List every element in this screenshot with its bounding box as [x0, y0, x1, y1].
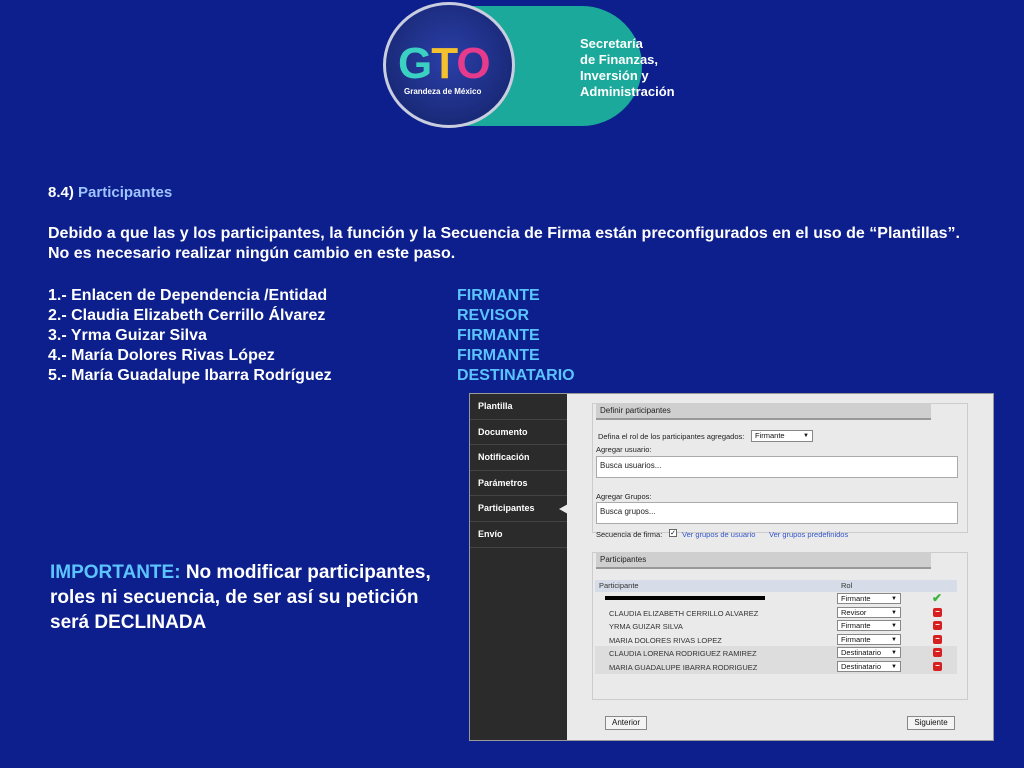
participants-roles: FIRMANTE REVISOR FIRMANTE FIRMANTE DESTI…	[457, 286, 575, 386]
group-label: Agregar Grupos:	[596, 492, 652, 501]
remove-icon[interactable]: −	[933, 607, 942, 617]
wizard-nav: Plantilla Documento Notificación Parámet…	[470, 394, 568, 740]
table-row: CLAUDIA LORENA RODRIGUEZ RAMIREZ Destina…	[595, 646, 957, 660]
chevron-down-icon: ▼	[891, 636, 897, 643]
row-role-select[interactable]: Revisor ▼	[837, 606, 901, 618]
predefined-groups-link[interactable]: Ver grupos predefinidos	[769, 530, 848, 539]
section-title: 8.4) Participantes	[48, 184, 172, 201]
role-select[interactable]: Firmante ▼	[751, 430, 813, 442]
chevron-down-icon: ▼	[891, 663, 897, 670]
logo-circle: GTO Grandeza de México	[383, 2, 515, 128]
col-role: Rol	[841, 581, 853, 590]
chevron-down-icon: ▼	[891, 650, 897, 657]
row-role-select[interactable]: Firmante ▼	[837, 633, 901, 645]
row-role-value: Firmante	[841, 634, 871, 644]
row-role-select[interactable]: Firmante ▼	[837, 620, 901, 632]
section-label: Participantes	[78, 184, 173, 201]
remove-icon[interactable]: −	[933, 634, 942, 644]
nav-item-plantilla[interactable]: Plantilla	[470, 394, 567, 420]
participant-name: 2.- Claudia Elizabeth Cerrillo Álvarez	[48, 307, 326, 324]
participant-name: 3.- Yrma Guizar Silva	[48, 327, 207, 344]
logo-org-line: Secretaría	[580, 36, 643, 51]
participant-role: FIRMANTE	[457, 347, 540, 364]
table-row: Firmante ▼ ✔	[595, 591, 957, 606]
row-role-select[interactable]: Destinatario ▼	[837, 660, 901, 672]
row-role-value: Revisor	[841, 607, 867, 617]
role-label: Defina el rol de los participantes agreg…	[598, 432, 745, 441]
remove-icon[interactable]: −	[933, 661, 942, 671]
participants-panel: Participantes Participante Rol Firmante ▼…	[592, 552, 968, 700]
chevron-down-icon: ▼	[803, 433, 809, 439]
previous-button[interactable]: Anterior	[605, 716, 647, 730]
gto-logo: Secretaría de Finanzas, Inversión y Admi…	[383, 2, 675, 128]
row-name: MARIA GUADALUPE IBARRA RODRIGUEZ	[609, 662, 758, 672]
logo-mark: GTO	[398, 39, 491, 88]
row-name: MARIA DOLORES RIVAS LOPEZ	[609, 635, 722, 645]
role-select-value: Firmante	[755, 431, 785, 440]
section-number: 8.4)	[48, 184, 74, 201]
participants-list: 1.- Enlacen de Dependencia /Entidad 2.- …	[48, 286, 332, 386]
remove-icon[interactable]: −	[933, 648, 942, 658]
row-role-value: Firmante	[841, 621, 871, 631]
participant-name: 4.- María Dolores Rivas López	[48, 347, 275, 364]
nav-item-parametros[interactable]: Parámetros	[470, 471, 567, 497]
user-search-input[interactable]: Busca usuarios...	[596, 456, 958, 478]
col-participant: Participante	[599, 581, 639, 590]
important-label: IMPORTANTE:	[50, 562, 181, 583]
row-role-select[interactable]: Firmante ▼	[837, 593, 901, 604]
participant-name: 5.- María Guadalupe Ibarra Rodríguez	[48, 367, 332, 384]
logo-org-line: Inversión y	[580, 68, 649, 83]
chevron-down-icon: ▼	[891, 609, 897, 616]
row-name: YRMA GUIZAR SILVA	[609, 622, 683, 632]
panel-title: Participantes	[596, 552, 931, 569]
nav-item-envio[interactable]: Envío	[470, 522, 567, 548]
participant-name: 1.- Enlacen de Dependencia /Entidad	[48, 287, 328, 304]
remove-icon[interactable]: −	[933, 621, 942, 631]
user-label: Agregar usuario:	[596, 445, 652, 454]
table-row: YRMA GUIZAR SILVA Firmante ▼ −	[595, 619, 957, 633]
table-row: MARIA DOLORES RIVAS LOPEZ Firmante ▼ −	[595, 633, 957, 647]
define-participants-panel: Definir participantes Defina el rol de l…	[592, 403, 968, 539]
user-groups-link[interactable]: Ver grupos de usuario	[682, 530, 755, 539]
chevron-down-icon: ▼	[891, 596, 897, 602]
row-name: CLAUDIA ELIZABETH CERRILLO ALVAREZ	[609, 608, 759, 618]
next-button[interactable]: Siguiente	[907, 716, 955, 730]
important-notice: IMPORTANTE: No modificar participantes, …	[50, 560, 440, 635]
nav-item-notificacion[interactable]: Notificación	[470, 445, 567, 471]
sequence-checkbox[interactable]: ✓	[669, 529, 677, 537]
wizard-main: Definir participantes Defina el rol de l…	[567, 394, 995, 740]
nav-item-documento[interactable]: Documento	[470, 420, 567, 446]
row-name: CLAUDIA LORENA RODRIGUEZ RAMIREZ	[609, 649, 757, 659]
intro-paragraph: Debido a que las y los participantes, la…	[48, 225, 960, 262]
logo-org-name: Secretaría de Finanzas, Inversión y Admi…	[580, 36, 675, 100]
row-role-value: Firmante	[841, 594, 871, 603]
logo-tagline: Grandeza de México	[404, 87, 482, 96]
participant-role: FIRMANTE	[457, 287, 540, 304]
panel-title: Definir participantes	[596, 403, 931, 420]
redacted-name	[605, 596, 765, 600]
participant-role: DESTINATARIO	[457, 367, 575, 384]
participant-role: FIRMANTE	[457, 327, 540, 344]
row-role-select[interactable]: Destinatario ▼	[837, 647, 901, 659]
group-search-input[interactable]: Busca grupos...	[596, 502, 958, 524]
row-role-value: Destinatario	[841, 661, 882, 671]
check-icon[interactable]: ✔	[932, 591, 942, 605]
nav-item-participantes[interactable]: Participantes	[470, 496, 568, 522]
table-row: MARIA GUADALUPE IBARRA RODRIGUEZ Destina…	[595, 659, 957, 674]
participants-table: Participante Rol Firmante ▼ ✔ CLAUDIA ELI…	[595, 580, 957, 674]
participant-role: REVISOR	[457, 307, 530, 324]
app-screenshot: Plantilla Documento Notificación Parámet…	[469, 393, 994, 741]
sequence-label: Secuencia de firma:	[596, 530, 663, 539]
logo-org-line: de Finanzas,	[580, 52, 659, 67]
logo-org-line: Administración	[580, 84, 675, 99]
chevron-down-icon: ▼	[891, 623, 897, 630]
row-role-value: Destinatario	[841, 648, 882, 658]
table-row: CLAUDIA ELIZABETH CERRILLO ALVAREZ Revis…	[595, 606, 957, 620]
table-header: Participante Rol	[595, 580, 957, 592]
